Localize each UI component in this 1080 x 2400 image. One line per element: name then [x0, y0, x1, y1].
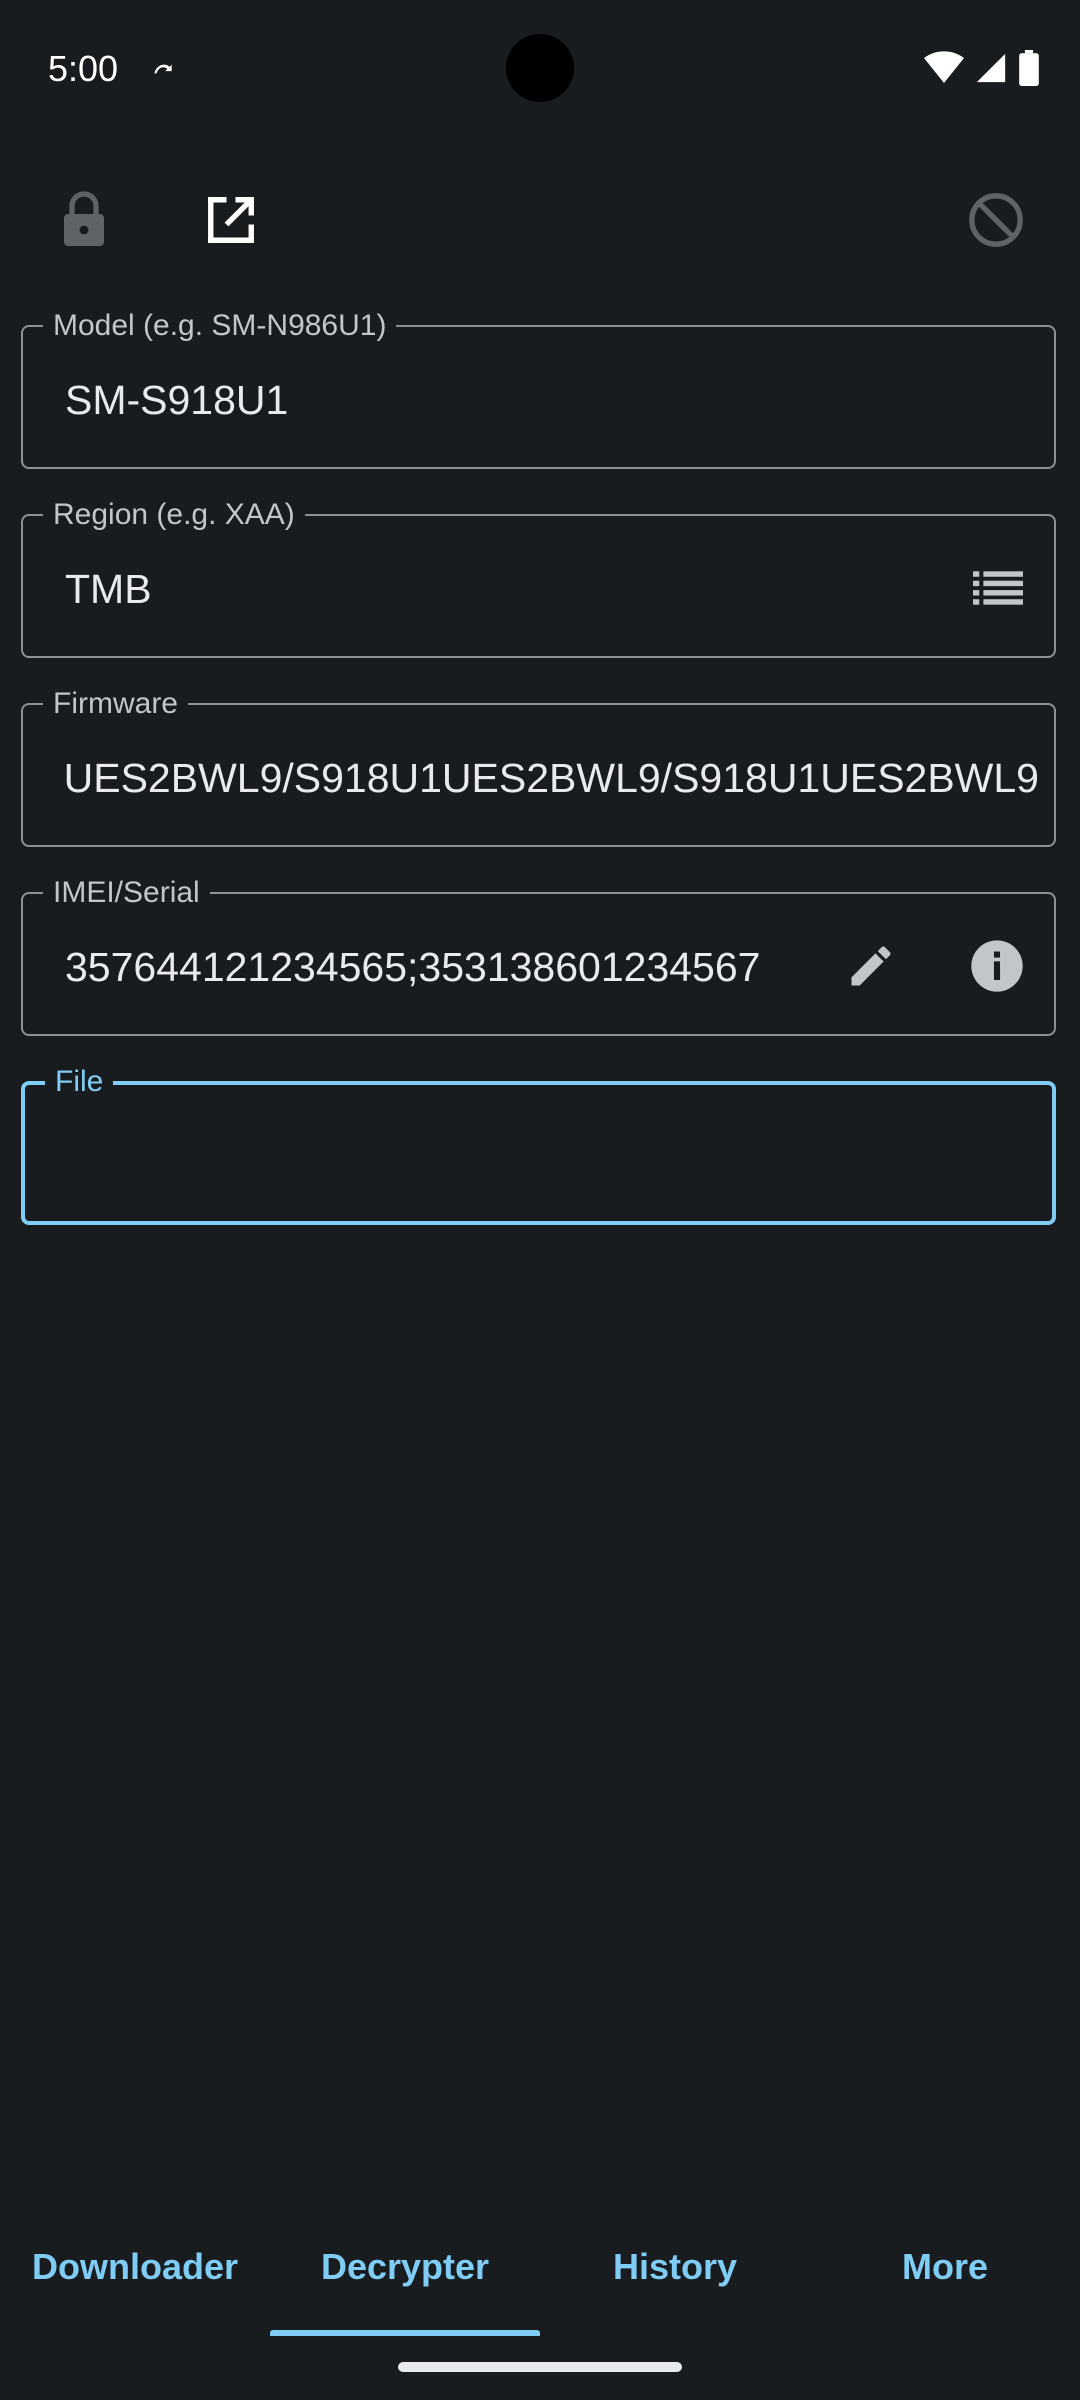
block-icon [969, 193, 1023, 247]
camera-cutout [506, 34, 574, 102]
open-external-icon [208, 197, 254, 243]
region-list-button[interactable] [962, 552, 1034, 624]
imei-label: IMEI/Serial [43, 876, 210, 910]
wifi-icon [924, 51, 964, 83]
lock-icon [64, 191, 104, 246]
cancel-button[interactable] [946, 170, 1046, 270]
bottom-tabs: Downloader Decrypter History More [0, 2226, 1080, 2336]
imei-edit-button[interactable] [835, 930, 907, 1002]
status-icons [924, 50, 1040, 86]
firmware-field[interactable]: Firmware S918U1UES2BWL9/S918U1UES2BWL9/S… [21, 687, 1056, 847]
firmware-input[interactable]: S918U1UES2BWL9/S918U1UES2BWL9/S918U1UES2… [65, 755, 1039, 801]
tab-downloader[interactable]: Downloader [0, 2226, 270, 2336]
imei-input[interactable]: 357644121234565;353138601234567 [65, 944, 817, 990]
lock-button[interactable] [34, 170, 134, 270]
imei-field[interactable]: IMEI/Serial 357644121234565;353138601234… [21, 876, 1056, 1036]
region-field[interactable]: Region (e.g. XAA) TMB [21, 498, 1056, 658]
tab-decrypter[interactable]: Decrypter [270, 2226, 540, 2336]
imei-info-button[interactable] [961, 930, 1033, 1002]
pencil-icon [851, 946, 891, 986]
firmware-label: Firmware [43, 687, 188, 721]
list-icon [973, 571, 1023, 605]
home-indicator[interactable] [398, 2362, 682, 2372]
tab-downloader-label: Downloader [31, 2246, 238, 2287]
tab-more-label: More [901, 2246, 988, 2287]
toolbar [0, 170, 1080, 270]
tab-more[interactable]: More [810, 2226, 1080, 2336]
signal-icon [976, 53, 1006, 83]
file-label: File [45, 1065, 114, 1099]
battery-icon [1019, 50, 1039, 86]
status-time: 5:00 [48, 48, 119, 89]
file-field[interactable]: File [21, 1065, 1056, 1225]
tab-history-label: History [612, 2246, 738, 2287]
model-label: Model (e.g. SM-N986U1) [43, 309, 397, 343]
model-field[interactable]: Model (e.g. SM-N986U1) SM-S918U1 [21, 309, 1056, 469]
info-icon [971, 940, 1023, 992]
tab-decrypter-label: Decrypter [320, 2246, 490, 2287]
model-input[interactable]: SM-S918U1 [65, 377, 1015, 423]
open-external-button[interactable] [181, 170, 281, 270]
tab-selected-indicator [270, 2330, 540, 2336]
notification-icon [154, 64, 172, 74]
region-label: Region (e.g. XAA) [43, 498, 305, 532]
status-bar: 5:00 [0, 0, 1080, 136]
region-input[interactable]: TMB [65, 566, 945, 612]
tab-history[interactable]: History [540, 2226, 810, 2336]
